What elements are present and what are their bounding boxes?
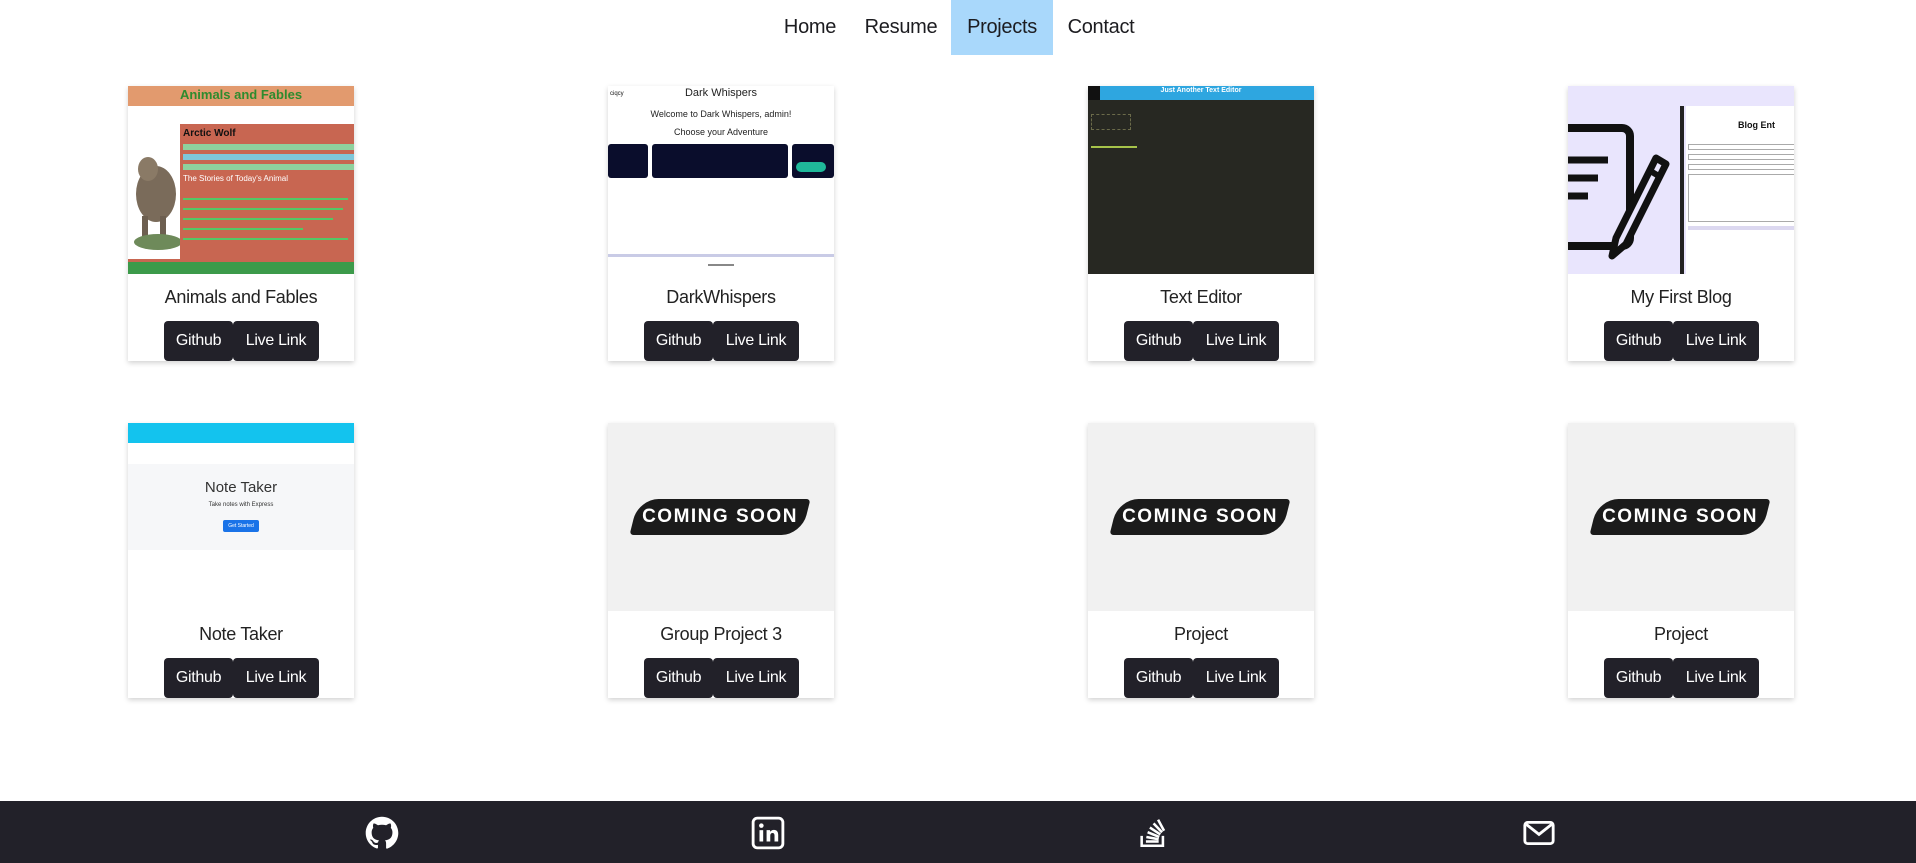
coming-soon-text: COMING SOON [1122, 506, 1278, 527]
github-button[interactable]: Github [1604, 658, 1673, 698]
get-started-button: Get Started [223, 520, 259, 532]
github-icon[interactable] [365, 816, 399, 850]
thumb-sub: Take notes with Express [208, 502, 274, 508]
project-title: Group Project 3 [660, 624, 782, 644]
footer [0, 801, 1916, 863]
wolf-image [128, 124, 182, 259]
github-button[interactable]: Github [164, 658, 233, 698]
thumb-animal: Arctic Wolf [183, 128, 236, 139]
project-screenshot: Note Taker Take notes with Express Get S… [128, 423, 354, 611]
project-title: Project [1174, 624, 1228, 644]
coming-soon-text: COMING SOON [642, 506, 798, 527]
top-nav: Home Resume Projects Contact [0, 0, 1916, 55]
live-link-button[interactable]: Live Link [713, 658, 799, 698]
project-title: Project [1654, 624, 1708, 644]
live-link-button[interactable]: Live Link [713, 321, 799, 361]
live-link-button[interactable]: Live Link [1193, 658, 1279, 698]
notepad-pen-icon [1568, 106, 1678, 274]
thumb-heading: Dark Whispers [684, 87, 758, 99]
live-link-button[interactable]: Live Link [233, 658, 319, 698]
thumb-heading: Note Taker [204, 479, 278, 496]
project-card: Just Another Text Editor Text Editor Git… [1088, 86, 1314, 361]
nav-projects[interactable]: Projects [951, 0, 1053, 55]
project-screenshot: ciqcy Dark Whispers Welcome to Dark Whis… [608, 86, 834, 274]
nav-home[interactable]: Home [779, 0, 841, 55]
github-button[interactable]: Github [1124, 658, 1193, 698]
thumb-welcome: Welcome to Dark Whispers, admin! [650, 109, 792, 119]
thumb-section: The Stories of Today's Animal [183, 174, 288, 183]
project-screenshot: Just Another Text Editor [1088, 86, 1314, 274]
project-card: COMING SOON Group Project 3 Github Live … [608, 423, 834, 698]
project-screenshot: COMING SOON [608, 423, 834, 611]
thumb-heading: Blog Ent [1738, 120, 1775, 130]
project-card: Note Taker Take notes with Express Get S… [128, 423, 354, 698]
project-card: Blog Ent My First Blog Github Live Link [1568, 86, 1794, 361]
github-button[interactable]: Github [644, 321, 713, 361]
project-title: DarkWhispers [666, 287, 776, 307]
live-link-button[interactable]: Live Link [233, 321, 319, 361]
mail-icon[interactable] [1522, 816, 1556, 850]
stackoverflow-icon[interactable] [1136, 816, 1170, 850]
project-screenshot: Blog Ent [1568, 86, 1794, 274]
project-card: COMING SOON Project Github Live Link [1568, 423, 1794, 698]
github-button[interactable]: Github [1124, 321, 1193, 361]
live-link-button[interactable]: Live Link [1673, 321, 1759, 361]
thumb-prompt: Choose your Adventure [673, 127, 769, 137]
project-screenshot: COMING SOON [1088, 423, 1314, 611]
project-title: Animals and Fables [164, 287, 318, 307]
nav-contact[interactable]: Contact [1063, 0, 1139, 55]
project-screenshot: Animals and Fables Arctic Wolf The Stori… [128, 86, 354, 274]
nav-resume[interactable]: Resume [861, 0, 941, 55]
project-card: ciqcy Dark Whispers Welcome to Dark Whis… [608, 86, 834, 361]
project-card: COMING SOON Project Github Live Link [1088, 423, 1314, 698]
github-button[interactable]: Github [1604, 321, 1673, 361]
project-title: My First Blog [1630, 287, 1732, 307]
project-title: Text Editor [1160, 287, 1242, 307]
project-screenshot: COMING SOON [1568, 423, 1794, 611]
linkedin-icon[interactable] [751, 816, 785, 850]
coming-soon-text: COMING SOON [1602, 506, 1758, 527]
thumb-heading: Just Another Text Editor [1160, 87, 1242, 94]
project-card: Animals and Fables Arctic Wolf The Stori… [128, 86, 354, 361]
github-button[interactable]: Github [644, 658, 713, 698]
project-title: Note Taker [199, 624, 283, 644]
live-link-button[interactable]: Live Link [1193, 321, 1279, 361]
live-link-button[interactable]: Live Link [1673, 658, 1759, 698]
github-button[interactable]: Github [164, 321, 233, 361]
thumb-heading: Animals and Fables [179, 87, 303, 102]
